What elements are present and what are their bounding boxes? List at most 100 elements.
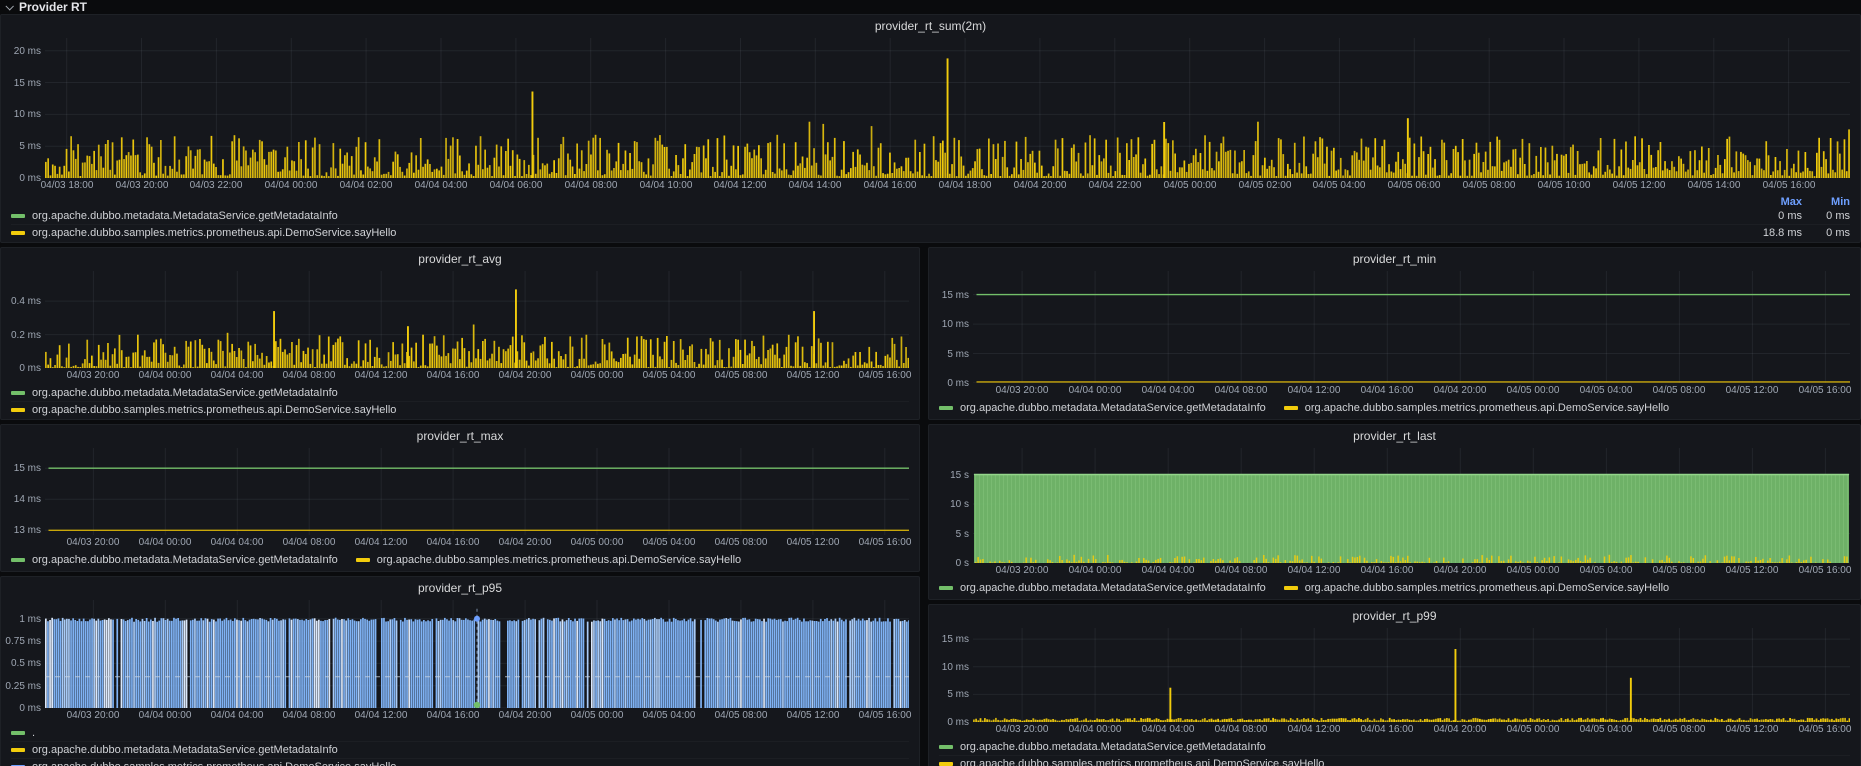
panel-title[interactable]: provider_rt_sum(2m) (1, 19, 1860, 33)
x-axis-label: 04/04 08:00 (1199, 565, 1283, 577)
chart-plot-provider_rt_avg[interactable] (45, 271, 909, 368)
x-axis-label: 04/04 16:00 (1345, 385, 1429, 397)
x-axis-label: 04/04 12:00 (1272, 385, 1356, 397)
x-axis-label: 04/04 14:00 (773, 180, 857, 192)
x-axis-label: 04/03 20:00 (100, 180, 184, 192)
y-axis-label: 0 ms (3, 703, 41, 714)
x-axis-label: 04/04 12:00 (1272, 565, 1356, 577)
dashboard-row-header[interactable]: Provider RT (0, 0, 1861, 13)
x-axis-label: 04/04 12:00 (698, 180, 782, 192)
chart-legend: . org.apache.dubbo.metadata.MetadataServi… (11, 725, 909, 766)
x-axis-label: 04/05 12:00 (1597, 180, 1681, 192)
panel-provider-rt-p95: provider_rt_p95 1 ms0.75 ms0.5 ms0.25 ms… (0, 576, 920, 766)
legend-item[interactable]: org.apache.dubbo.metadata.MetadataServic… (11, 554, 338, 566)
panel-title[interactable]: provider_rt_max (1, 429, 919, 443)
x-axis-label: 04/05 08:00 (1447, 180, 1531, 192)
y-axis-label: 15 ms (931, 290, 969, 301)
legend-item[interactable]: org.apache.dubbo.samples.metrics.prometh… (356, 554, 741, 566)
y-axis-label: 5 ms (931, 349, 969, 360)
legend-item[interactable]: org.apache.dubbo.metadata.MetadataServic… (939, 582, 1266, 594)
x-axis-label: 04/05 16:00 (843, 537, 927, 549)
panel-title[interactable]: provider_rt_p99 (929, 609, 1860, 623)
legend-series-name: org.apache.dubbo.samples.metrics.prometh… (32, 761, 396, 766)
x-axis-label: 04/05 16:00 (1783, 565, 1861, 577)
x-axis-label: 04/04 08:00 (549, 180, 633, 192)
legend-header-max[interactable]: Max (1732, 196, 1802, 208)
series-color-dash-icon (11, 748, 25, 752)
legend-series-name: org.apache.dubbo.samples.metrics.prometh… (377, 554, 741, 566)
x-axis-label: 04/05 00:00 (1491, 385, 1575, 397)
legend-item[interactable]: org.apache.dubbo.samples.metrics.prometh… (939, 755, 1850, 766)
chart-legend: org.apache.dubbo.metadata.MetadataServic… (11, 385, 909, 418)
x-axis-label: 04/05 00:00 (1491, 724, 1575, 736)
legend-series-name: org.apache.dubbo.metadata.MetadataServic… (960, 402, 1266, 414)
legend-item[interactable]: . (11, 725, 909, 741)
series-color-dash-icon (11, 731, 25, 735)
series-color-dash-icon (11, 214, 25, 218)
chart-plot-provider_rt_min[interactable] (973, 271, 1850, 383)
x-axis-label: 04/04 20:00 (1418, 724, 1502, 736)
legend-series-name: org.apache.dubbo.samples.metrics.prometh… (1305, 582, 1669, 594)
legend-series-name: org.apache.dubbo.samples.metrics.prometh… (1305, 402, 1669, 414)
legend-item[interactable]: org.apache.dubbo.samples.metrics.prometh… (11, 401, 909, 418)
panel-provider-rt-p99: provider_rt_p99 15 ms10 ms5 ms0 ms04/03 … (928, 604, 1861, 766)
y-axis-label: 15 s (931, 470, 969, 481)
x-axis-label: 04/05 10:00 (1522, 180, 1606, 192)
x-axis-label: 04/05 04:00 (1564, 565, 1648, 577)
x-axis-label: 04/03 22:00 (174, 180, 258, 192)
chart-plot-provider_rt_max[interactable] (45, 448, 909, 535)
row-title: Provider RT (19, 0, 87, 14)
series-color-dash-icon (1284, 406, 1298, 410)
legend-item[interactable]: org.apache.dubbo.samples.metrics.prometh… (11, 758, 909, 766)
legend-item[interactable]: org.apache.dubbo.samples.metrics.prometh… (1284, 582, 1669, 594)
chart-plot-provider_rt_sum[interactable] (45, 38, 1850, 178)
legend-item[interactable]: org.apache.dubbo.samples.metrics.prometh… (11, 224, 1850, 241)
series-color-dash-icon (11, 408, 25, 412)
x-axis-label: 04/05 04:00 (1564, 724, 1648, 736)
panel-title[interactable]: provider_rt_min (929, 252, 1860, 266)
y-axis-label: 0 ms (3, 363, 41, 374)
legend-series-name: org.apache.dubbo.metadata.MetadataServic… (960, 582, 1266, 594)
x-axis-label: 04/05 16:00 (1783, 724, 1861, 736)
x-axis-label: 04/05 00:00 (1491, 565, 1575, 577)
y-axis-label: 15 ms (931, 634, 969, 645)
x-axis-label: 04/05 12:00 (1710, 385, 1794, 397)
y-axis-label: 10 s (931, 499, 969, 510)
chevron-down-icon (5, 2, 13, 10)
x-axis-label: 04/03 18:00 (25, 180, 109, 192)
panel-title[interactable]: provider_rt_last (929, 429, 1860, 443)
legend-row: org.apache.dubbo.metadata.MetadataServic… (939, 400, 1850, 416)
chart-plot-provider_rt_p99[interactable] (973, 628, 1850, 722)
legend-row: org.apache.dubbo.metadata.MetadataServic… (939, 580, 1850, 596)
legend-item[interactable]: org.apache.dubbo.samples.metrics.prometh… (1284, 402, 1669, 414)
x-axis-label: 04/04 20:00 (1418, 385, 1502, 397)
panel-title[interactable]: provider_rt_p95 (1, 581, 919, 595)
x-axis-label: 04/04 08:00 (1199, 385, 1283, 397)
legend-header: MaxMin (11, 195, 1850, 208)
chart-plot-provider_rt_last[interactable] (973, 448, 1850, 563)
legend-item[interactable]: org.apache.dubbo.metadata.MetadataServic… (11, 385, 909, 401)
chart-plot-provider_rt_p95[interactable] (45, 600, 909, 708)
series-color-dash-icon (11, 231, 25, 235)
x-axis-label: 04/04 04:00 (399, 180, 483, 192)
legend-item[interactable]: org.apache.dubbo.metadata.MetadataServic… (939, 402, 1266, 414)
panel-title[interactable]: provider_rt_avg (1, 252, 919, 266)
legend-item[interactable]: org.apache.dubbo.metadata.MetadataServic… (11, 208, 1850, 224)
x-axis-label: 04/04 00:00 (1053, 724, 1137, 736)
y-axis-label: 20 ms (3, 46, 41, 57)
chart-legend: org.apache.dubbo.metadata.MetadataServic… (939, 400, 1850, 416)
series-color-dash-icon (356, 558, 370, 562)
y-axis-label: 5 ms (931, 689, 969, 700)
series-color-dash-icon (939, 406, 953, 410)
x-axis-label: 04/04 18:00 (923, 180, 1007, 192)
y-axis-label: 10 ms (931, 319, 969, 330)
x-axis-label: 04/05 04:00 (1564, 385, 1648, 397)
legend-item[interactable]: org.apache.dubbo.metadata.MetadataServic… (939, 739, 1850, 755)
legend-item[interactable]: org.apache.dubbo.metadata.MetadataServic… (11, 741, 909, 758)
legend-series-name: org.apache.dubbo.samples.metrics.prometh… (32, 227, 1732, 239)
legend-series-name: org.apache.dubbo.metadata.MetadataServic… (32, 210, 1732, 222)
legend-header-min[interactable]: Min (1802, 196, 1850, 208)
x-axis-label: 04/05 08:00 (1637, 724, 1721, 736)
x-axis-label: 04/04 20:00 (1418, 565, 1502, 577)
legend-series-name: org.apache.dubbo.metadata.MetadataServic… (32, 744, 338, 756)
